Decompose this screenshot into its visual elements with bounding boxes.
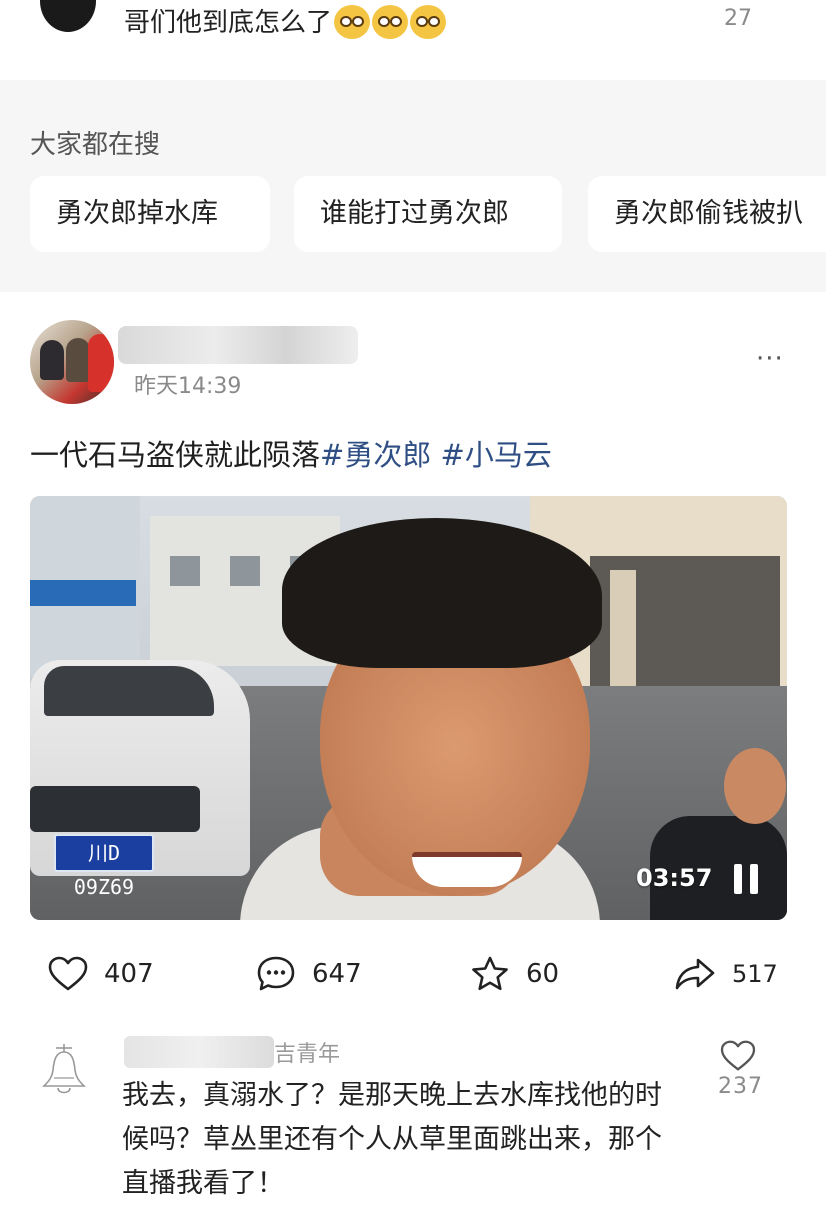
share-arrow-icon bbox=[675, 958, 715, 990]
comment-like-count: 237 bbox=[718, 1074, 763, 1099]
video-frame-window bbox=[170, 556, 200, 586]
license-plate: 川D 09Z69 bbox=[54, 834, 154, 899]
star-icon bbox=[472, 956, 508, 991]
author-avatar[interactable] bbox=[30, 320, 114, 404]
previous-comment-body: 哥们他到底怎么了 bbox=[124, 8, 333, 38]
search-chip[interactable]: 勇次郎偷钱被扒 bbox=[588, 176, 826, 252]
like-button[interactable]: 407 bbox=[48, 952, 154, 996]
post-text: 一代石马盗侠就此陨落#勇次郎 #小马云 bbox=[30, 432, 552, 474]
video-duration: 03:57 bbox=[636, 864, 713, 892]
heart-icon[interactable] bbox=[720, 1040, 756, 1072]
heart-icon bbox=[48, 956, 88, 991]
video-frame-person-hair bbox=[282, 518, 602, 668]
commenter-name-blurred[interactable] bbox=[124, 1036, 274, 1068]
video-frame-child-head bbox=[724, 748, 786, 824]
favorite-count: 60 bbox=[526, 959, 560, 989]
search-chip[interactable]: 谁能打过勇次郎 bbox=[294, 176, 562, 252]
previous-comment-like-count: 27 bbox=[724, 6, 752, 31]
hashtag-link[interactable]: #小马云 bbox=[441, 438, 552, 472]
pause-icon[interactable] bbox=[734, 864, 758, 894]
video-frame-person-smile bbox=[412, 852, 522, 887]
share-button[interactable]: 517 bbox=[674, 952, 778, 996]
hashtag-link[interactable]: #勇次郎 bbox=[320, 438, 431, 472]
more-options-button[interactable]: ··· bbox=[756, 344, 784, 374]
post-caption: 一代石马盗侠就此陨落 bbox=[30, 438, 321, 472]
video-frame-sign bbox=[30, 580, 136, 606]
pleading-face-emoji-icon bbox=[334, 4, 371, 39]
previous-comment-text: 哥们他到底怎么了 bbox=[124, 4, 447, 41]
trending-search-title: 大家都在搜 bbox=[30, 130, 161, 160]
video-frame-car-windshield bbox=[44, 666, 214, 716]
comment-text: 我去，真溺水了？是那天晚上去水库找他的时候吗？草丛里还有个人从草里面跳出来，那个… bbox=[122, 1080, 662, 1199]
video-player[interactable]: 川D 09Z69 03:57 bbox=[30, 496, 787, 920]
pleading-face-emoji-icon bbox=[372, 4, 409, 39]
bell-avatar-icon[interactable] bbox=[36, 1040, 92, 1096]
post-timestamp: 昨天14:39 bbox=[134, 374, 242, 399]
comment-button[interactable]: 647 bbox=[256, 952, 362, 996]
share-count: 517 bbox=[732, 960, 778, 988]
pleading-face-emoji-icon bbox=[410, 4, 447, 39]
comment-count: 647 bbox=[312, 959, 362, 989]
video-frame-window bbox=[230, 556, 260, 586]
like-count: 407 bbox=[104, 959, 154, 989]
comment-bubble-icon bbox=[257, 956, 295, 991]
author-name-blurred[interactable] bbox=[118, 326, 358, 364]
commenter-name-suffix: 吉青年 bbox=[274, 1042, 341, 1067]
favorite-button[interactable]: 60 bbox=[470, 952, 559, 996]
search-chip[interactable]: 勇次郎掉水库 bbox=[30, 176, 270, 252]
video-frame-car-grille bbox=[30, 786, 200, 832]
